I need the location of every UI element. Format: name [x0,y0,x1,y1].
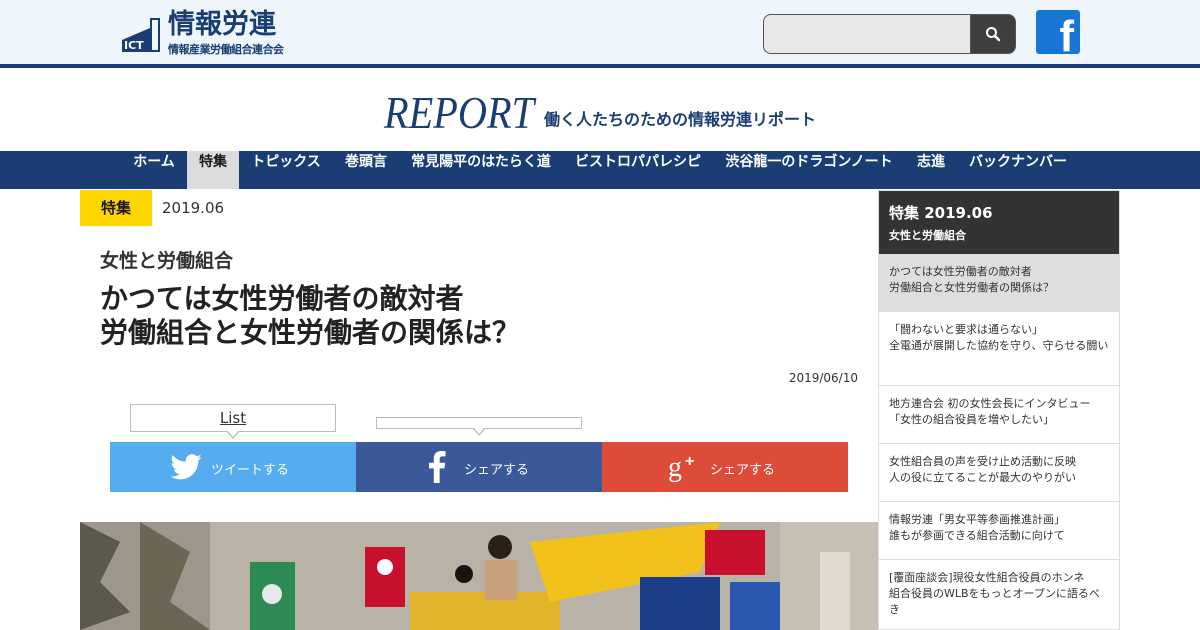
sidebar-article-title: かつては女性労働者の敵対者 [889,265,1032,278]
sidebar-article-title: 女性組合員の声を受け止め活動に反映 [889,455,1076,468]
sidebar-article-title: [覆面座談会]現役女性組合役員のホンネ [889,571,1085,584]
sidebar-article-4[interactable]: 女性組合員の声を受け止め活動に反映 人の役に立てることが最大のやりがい [879,444,1119,502]
report-logo-text: REPORT [383,90,537,134]
nav-item-topics[interactable]: トピックス [240,151,332,189]
facebook-share-count [376,417,582,436]
sidebar-article-title: 「闘わないと要求は通らない」 [889,323,1043,336]
sidebar-article-subtitle: 「女性の組合役員を増やしたい」 [889,413,1054,426]
nav-item-back-numbers[interactable]: バックナンバー [958,151,1078,189]
list-link[interactable]: List [220,409,246,427]
sidebar-article-3[interactable]: 地方連合会 初の女性会長にインタビュー 「女性の組合役員を増やしたい」 [879,386,1119,444]
twitter-share-label: ツイートする [211,463,290,478]
hatena-list-count: List [130,404,336,439]
protest-photo-illustration [80,522,878,630]
sidebar-article-subtitle: 全電通が展開した協約を守り、守らせる闘い [889,339,1109,352]
issue-date: 2019.06 [162,199,225,217]
facebook-share-button[interactable]: シェアする [356,442,602,492]
sidebar-header[interactable]: 特集 2019.06 女性と労働組合 [879,191,1119,254]
count-caret [226,430,240,439]
sidebar-article-6[interactable]: [覆面座談会]現役女性組合役員のホンネ 組合役員のWLBをもっとオープンに語るべ… [879,560,1119,629]
site-header: ICT 情報労連 情報産業労働組合連合会 f [0,0,1200,68]
nav-item-foreword[interactable]: 巻頭言 [333,151,399,189]
article-title-line-1: かつては女性労働者の敵対者 [100,282,464,315]
search-button[interactable] [970,14,1016,54]
search-icon [986,27,1001,42]
nav-item-bistro-recipe[interactable]: ビストロパパレシピ [563,151,713,189]
facebook-icon: f [1059,12,1074,54]
sidebar-article-5[interactable]: 情報労連「男女平等参画推進計画」 誰もが参画できる組合活動に向けて [879,502,1119,560]
search-input[interactable] [763,14,971,54]
count-caret [472,427,486,436]
publish-date: 2019/06/10 [788,371,858,385]
site-logo-title: 情報労連 [168,9,276,40]
nav-item-dragon-note[interactable]: 渋谷龍一のドラゴンノート [714,151,904,189]
svg-text:g: g [668,452,682,482]
main-nav: ホーム 特集 トピックス 巻頭言 常見陽平のはたらく道 ビストロパパレシピ 渋谷… [0,151,1200,189]
nav-item-tsunemi-column[interactable]: 常見陽平のはたらく道 [400,151,562,189]
sidebar-article-title: 地方連合会 初の女性会長にインタビュー [889,397,1091,410]
sidebar-subtitle: 女性と労働組合 [889,229,966,242]
facebook-link[interactable]: f [1036,10,1080,54]
nav-item-shishin[interactable]: 志進 [905,151,957,189]
article-title-line-2: 労働組合と女性労働者の関係は？ [100,316,521,349]
site-logo-subtitle: 情報産業労働組合連合会 [168,43,284,56]
search-form [763,14,1016,54]
sidebar-article-1[interactable]: かつては女性労働者の敵対者 労働組合と女性労働者の関係は？ [879,254,1119,312]
category-tag[interactable]: 特集 [80,190,152,226]
googleplus-share-button[interactable]: g + シェアする [602,442,848,492]
sidebar-article-subtitle: 組合役員のWLBをもっとオープンに語るべき [889,587,1100,616]
googleplus-share-label: シェアする [710,463,776,478]
sidebar-article-subtitle: 誰もが参画できる組合活動に向けて [889,529,1065,542]
site-logo[interactable]: ICT 情報労連 情報産業労働組合連合会 [120,10,290,56]
article-kicker: 女性と労働組合 [100,250,234,272]
twitter-share-button[interactable]: ツイートする [110,442,356,492]
googleplus-icon: g + [668,442,702,492]
svg-text:+: + [685,453,694,470]
report-tagline: 働く人たちのための情報労連リポート [544,110,817,129]
twitter-icon [170,442,202,492]
sidebar-article-subtitle: 人の役に立てることが最大のやりがい [889,471,1076,484]
facebook-share-label: シェアする [464,463,530,478]
report-logo[interactable]: REPORT [382,90,537,134]
facebook-f-icon [428,442,446,492]
sidebar-article-subtitle: 労働組合と女性労働者の関係は？ [889,281,1054,294]
sidebar-article-title: 情報労連「男女平等参画推進計画」 [889,513,1065,526]
report-banner: REPORT 働く人たちのための情報労連リポート [0,72,1200,151]
sidebar-article-2[interactable]: 「闘わないと要求は通らない」 全電通が展開した協約を守り、守らせる闘い [879,312,1119,386]
article-photo [80,522,878,630]
feature-sidebar: 特集 2019.06 女性と労働組合 かつては女性労働者の敵対者 労働組合と女性… [878,190,1120,630]
ict-logo-mark: ICT [122,18,160,52]
ict-logo-text: ICT [124,39,144,52]
article-title: かつては女性労働者の敵対者 労働組合と女性労働者の関係は？ [100,282,840,350]
nav-item-home[interactable]: ホーム [122,151,186,189]
sidebar-title: 特集 2019.06 [889,204,993,222]
nav-item-feature[interactable]: 特集 [187,151,239,189]
